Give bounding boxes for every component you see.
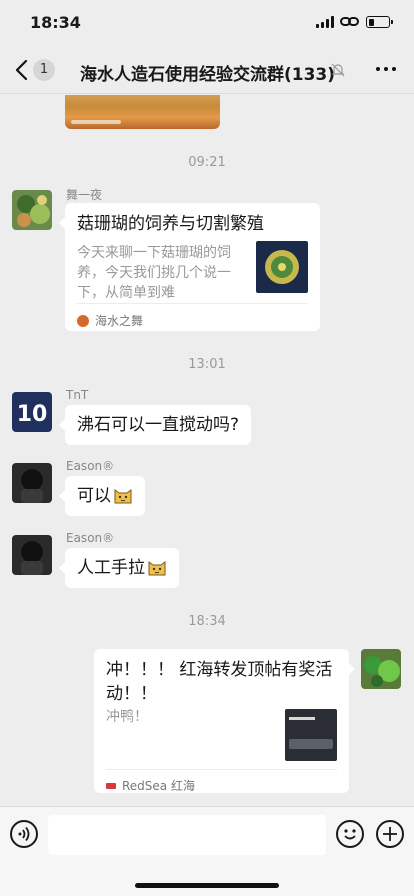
- text-message[interactable]: 人工手拉: [59, 548, 179, 588]
- card-source: RedSea 红海: [106, 774, 195, 798]
- avatar[interactable]: 10: [12, 392, 52, 432]
- card-description: 今天来聊一下菇珊瑚的饲 养，今天我们挑几个说一 下，从简单到难: [77, 245, 231, 301]
- back-icon[interactable]: [12, 58, 34, 82]
- mute-bell-icon: [331, 63, 345, 77]
- timestamp: 13:01: [188, 357, 226, 372]
- message-list[interactable]: 09:21 舞一夜 菇珊瑚的饲养与切割繁殖 今天来聊一下菇珊瑚的饲 养，今天我们…: [0, 95, 414, 806]
- smiley-icon: [344, 829, 356, 840]
- avatar[interactable]: [12, 535, 52, 575]
- status-time: 18:34: [30, 13, 81, 32]
- sender-name: 舞一夜: [66, 188, 103, 202]
- cat-emoji-icon: [148, 561, 166, 576]
- status-bar: 18:34: [0, 0, 414, 46]
- voice-icon: [18, 826, 30, 842]
- timestamp: 09:21: [188, 155, 226, 170]
- voice-input-button[interactable]: [10, 820, 38, 848]
- battery-icon: [366, 16, 393, 28]
- home-indicator: [135, 883, 279, 888]
- source-logo-icon: [77, 315, 89, 327]
- chat-title: 海水人造石使用经验交流群(133): [80, 65, 336, 85]
- more-functions-button[interactable]: [376, 820, 404, 848]
- shared-article-card[interactable]: 冲！！！ 红海转发顶帖有奖活 动！！ 冲鸭！ RedSea 红海: [94, 649, 355, 793]
- avatar[interactable]: [12, 190, 52, 230]
- hotspot-link-icon: [340, 16, 360, 28]
- more-options-button[interactable]: [376, 67, 396, 71]
- sender-name: Eason®: [66, 459, 115, 473]
- article-card[interactable]: 菇珊瑚的饲养与切割繁殖 今天来聊一下菇珊瑚的饲 养，今天我们挑几个说一 下，从简…: [59, 203, 320, 333]
- card-title: 菇珊瑚的饲养与切割繁殖: [77, 214, 264, 234]
- source-logo-icon: [106, 783, 116, 789]
- card-source: 海水之舞: [77, 309, 143, 333]
- cat-emoji-icon: [114, 489, 132, 504]
- timestamp: 18:34: [188, 614, 226, 629]
- unread-badge[interactable]: 1: [33, 59, 55, 81]
- avatar[interactable]: [12, 463, 52, 503]
- cellular-signal-icon: [316, 16, 334, 28]
- chat-header: 1 海水人造石使用经验交流群(133): [0, 46, 414, 94]
- my-avatar[interactable]: [361, 649, 401, 689]
- image-message[interactable]: [65, 95, 220, 129]
- sender-name: Eason®: [66, 531, 115, 545]
- plus-icon: [383, 827, 397, 841]
- input-bar: [0, 806, 414, 896]
- svg-text:10: 10: [17, 402, 48, 427]
- text-message[interactable]: 沸石可以一直搅动吗?: [58, 405, 252, 445]
- text-message[interactable]: 可以: [59, 476, 145, 516]
- sender-name: TnT: [66, 388, 89, 402]
- message-input[interactable]: [48, 815, 326, 855]
- card-description: 冲鸭！: [106, 709, 148, 725]
- coral-thumbnail: [256, 241, 308, 293]
- status-icons: [316, 16, 393, 28]
- card-title: 冲！！！ 红海转发顶帖有奖活 动！！: [106, 660, 333, 704]
- emoji-button[interactable]: [336, 820, 364, 848]
- product-thumbnail: [285, 709, 337, 761]
